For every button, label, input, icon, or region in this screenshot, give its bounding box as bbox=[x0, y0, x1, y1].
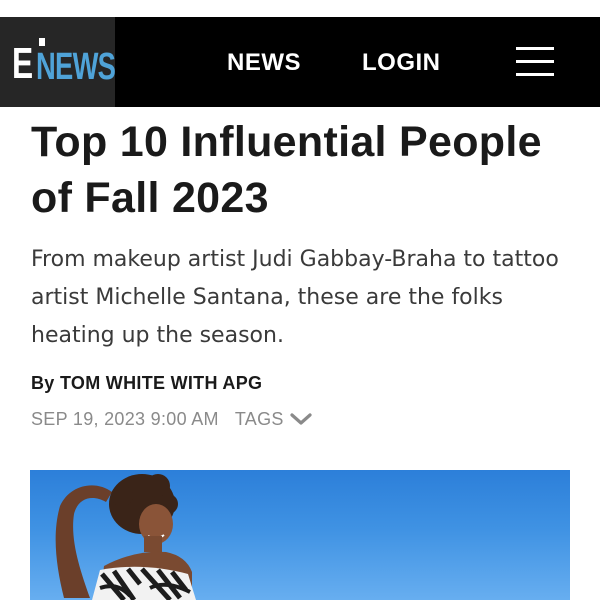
tags-toggle[interactable]: TAGS bbox=[235, 409, 312, 430]
chevron-down-icon bbox=[290, 413, 312, 425]
menu-bar-top bbox=[516, 47, 554, 50]
logo-exclaim-mark bbox=[39, 38, 45, 46]
menu-bar-bottom bbox=[516, 73, 554, 76]
article-title: Top 10 Influential People of Fall 2023 bbox=[31, 118, 542, 222]
site-header: E NEWS NEWS LOGIN bbox=[0, 17, 600, 107]
byline-prefix: By bbox=[31, 373, 55, 393]
hamburger-menu-icon[interactable] bbox=[513, 44, 557, 80]
author-link[interactable]: TOM WHITE WITH APG bbox=[60, 373, 262, 393]
nav-login-link[interactable]: LOGIN bbox=[362, 48, 441, 78]
menu-bar-middle bbox=[516, 60, 554, 63]
nav-news-link[interactable]: NEWS bbox=[227, 48, 301, 78]
article-byline: By TOM WHITE WITH APG bbox=[31, 371, 262, 395]
article-page: E NEWS NEWS LOGIN Top 10 Influential Peo… bbox=[0, 0, 600, 600]
logo-link[interactable]: E NEWS bbox=[0, 17, 116, 107]
logo-mark: E bbox=[12, 39, 34, 88]
article-meta: SEP 19, 2023 9:00 AM TAGS bbox=[31, 407, 312, 431]
hero-photo-illustration bbox=[55, 474, 196, 600]
tags-label: TAGS bbox=[234, 408, 284, 429]
hero-image[interactable] bbox=[30, 470, 570, 600]
article-dek: From makeup artist Judi Gabbay-Braha to … bbox=[31, 247, 559, 348]
logo-word: NEWS bbox=[36, 46, 116, 88]
publish-date: SEP 19, 2023 9:00 AM bbox=[31, 408, 219, 429]
status-strip bbox=[0, 0, 600, 17]
enews-logo: E NEWS bbox=[12, 38, 146, 88]
